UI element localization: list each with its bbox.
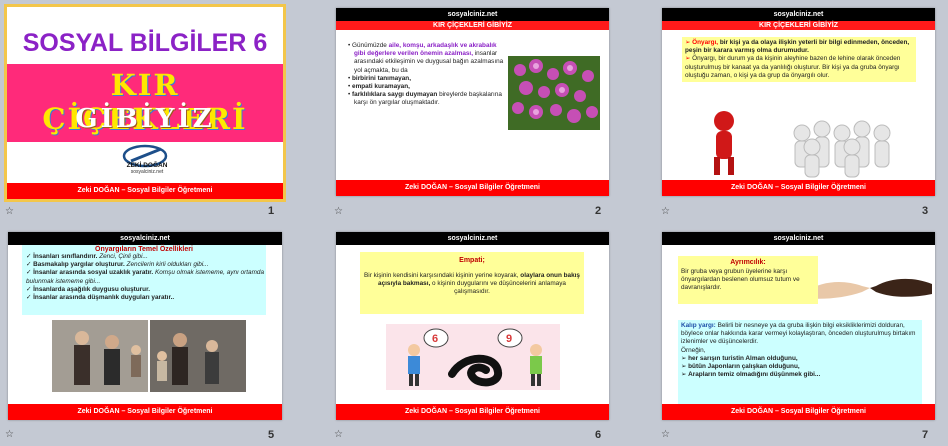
slide-3-footer: Zeki DOĞAN – Sosyal Bilgiler Öğretmeni (662, 180, 935, 196)
slide-7-text2: Kalıp yargı: Belirli bir nesneye ya da g… (681, 322, 916, 379)
slide-5[interactable]: sosyalciniz.net Önyargıların Temel Özell… (8, 232, 282, 420)
slide-6-definition: Bir kişinin kendisini karşısındaki kişin… (364, 272, 580, 296)
slide-1-logo-site: sosyalciniz.net (130, 169, 164, 175)
slide-2-footer: Zeki DOĞAN – Sosyal Bilgiler Öğretmeni (336, 180, 609, 196)
svg-text:9: 9 (506, 333, 512, 345)
slide-transition-icon: ☆ (661, 429, 670, 440)
people-photo-icon (52, 320, 246, 392)
slide-3-text-box: ➢ Önyargı, bir kişi ya da olaya ilişkin … (682, 37, 916, 82)
svg-text:6: 6 (432, 333, 438, 345)
slide-5-text-box: Önyargıların Temel Özellikleri ✓ İnsanla… (22, 245, 266, 315)
slide-6-text-box: Empati; Bir kişinin kendisini karşısında… (360, 252, 584, 314)
slide-2-site: sosyalciniz.net (336, 8, 609, 21)
slide-6-label: Empati; (459, 257, 485, 264)
slide-1-logo-name: ZEKİ DOĞAN (126, 162, 168, 169)
slide-7-text1: Bir gruba veya grubun üyelerine karşı ön… (681, 268, 800, 292)
slide-7-footer: Zeki DOĞAN – Sosyal Bilgiler Öğretmeni (662, 404, 935, 420)
slide-1-footer: Zeki DOĞAN – Sosyal Bilgiler Öğretmeni (7, 183, 283, 199)
slide-2-text: • Günümüzde aile, komşu, arkadaşlık ve a… (348, 42, 504, 107)
slide-number: 7 (922, 429, 929, 441)
slide-1-subtitle2: GİBİYİZ (75, 104, 215, 134)
slide-2-header: KIR ÇİÇEKLERİ GİBİYİZ (336, 21, 609, 30)
slide-number: 3 (922, 205, 929, 217)
slide-7-hands-image (804, 270, 932, 306)
slide-5-footer: Zeki DOĞAN – Sosyal Bilgiler Öğretmeni (8, 404, 282, 420)
six-nine-cartoon-icon: 6 9 (408, 328, 542, 387)
slide-7-site: sosyalciniz.net (662, 232, 935, 245)
slide-number: 1 (268, 205, 275, 217)
hands-image-icon (804, 278, 932, 299)
slide-transition-icon: ☆ (334, 429, 343, 440)
slide-3-figures-image (702, 103, 912, 179)
slide-6-footer: Zeki DOĞAN – Sosyal Bilgiler Öğretmeni (336, 404, 609, 420)
slide-5-site: sosyalciniz.net (8, 232, 282, 245)
slide-number: 6 (595, 429, 602, 441)
slide-6[interactable]: sosyalciniz.net Empati; Bir kişinin kend… (336, 232, 609, 420)
slide-5-header: Önyargıların Temel Özellikleri (95, 246, 193, 253)
slide-7-label1: Ayrımcılık: (730, 259, 766, 266)
slide-number: 2 (595, 205, 602, 217)
slide-7-box1: Ayrımcılık: Bir gruba veya grubun üyeler… (678, 256, 818, 304)
slide-5-list: ✓ İnsanları sınıflandırır. Zenci, Çinli … (26, 253, 265, 301)
slide-7-box2: Kalıp yargı: Belirli bir nesneye ya da g… (678, 320, 922, 404)
slide-transition-icon: ☆ (661, 206, 670, 217)
slide-3[interactable]: sosyalciniz.net KIR ÇİÇEKLERİ GİBİYİZ ➢ … (662, 8, 935, 196)
slide-3-header: KIR ÇİÇEKLERİ GİBİYİZ (662, 21, 935, 30)
slide-1-logo: ZEKİ DOĞAN sosyalciniz.net (117, 143, 177, 177)
slide-1[interactable]: SOSYAL BİLGİLER 6 KIR ÇİÇEKLERİ GİBİYİZ … (4, 4, 286, 202)
slide-1-banner: KIR ÇİÇEKLERİ GİBİYİZ (7, 64, 283, 142)
slide-2-flower-photo (508, 56, 600, 130)
slide-transition-icon: ☆ (5, 206, 14, 217)
slide-2[interactable]: sosyalciniz.net KIR ÇİÇEKLERİ GİBİYİZ • … (336, 8, 609, 196)
slide-5-photo (52, 320, 246, 392)
slide-transition-icon: ☆ (5, 429, 14, 440)
slide-6-image: 6 9 (386, 324, 560, 390)
flowers-image-icon (508, 56, 600, 130)
red-figure-crowd-icon (714, 111, 891, 178)
slide-transition-icon: ☆ (334, 206, 343, 217)
slide-6-site: sosyalciniz.net (336, 232, 609, 245)
slide-3-site: sosyalciniz.net (662, 8, 935, 21)
slide-sorter-view: { "site": "sosyalciniz.net", "footer": "… (0, 0, 948, 446)
slide-number: 5 (268, 429, 275, 441)
slide-7[interactable]: sosyalciniz.net Ayrımcılık: Bir gruba ve… (662, 232, 935, 420)
slide-1-title: SOSYAL BİLGİLER 6 (22, 29, 268, 57)
